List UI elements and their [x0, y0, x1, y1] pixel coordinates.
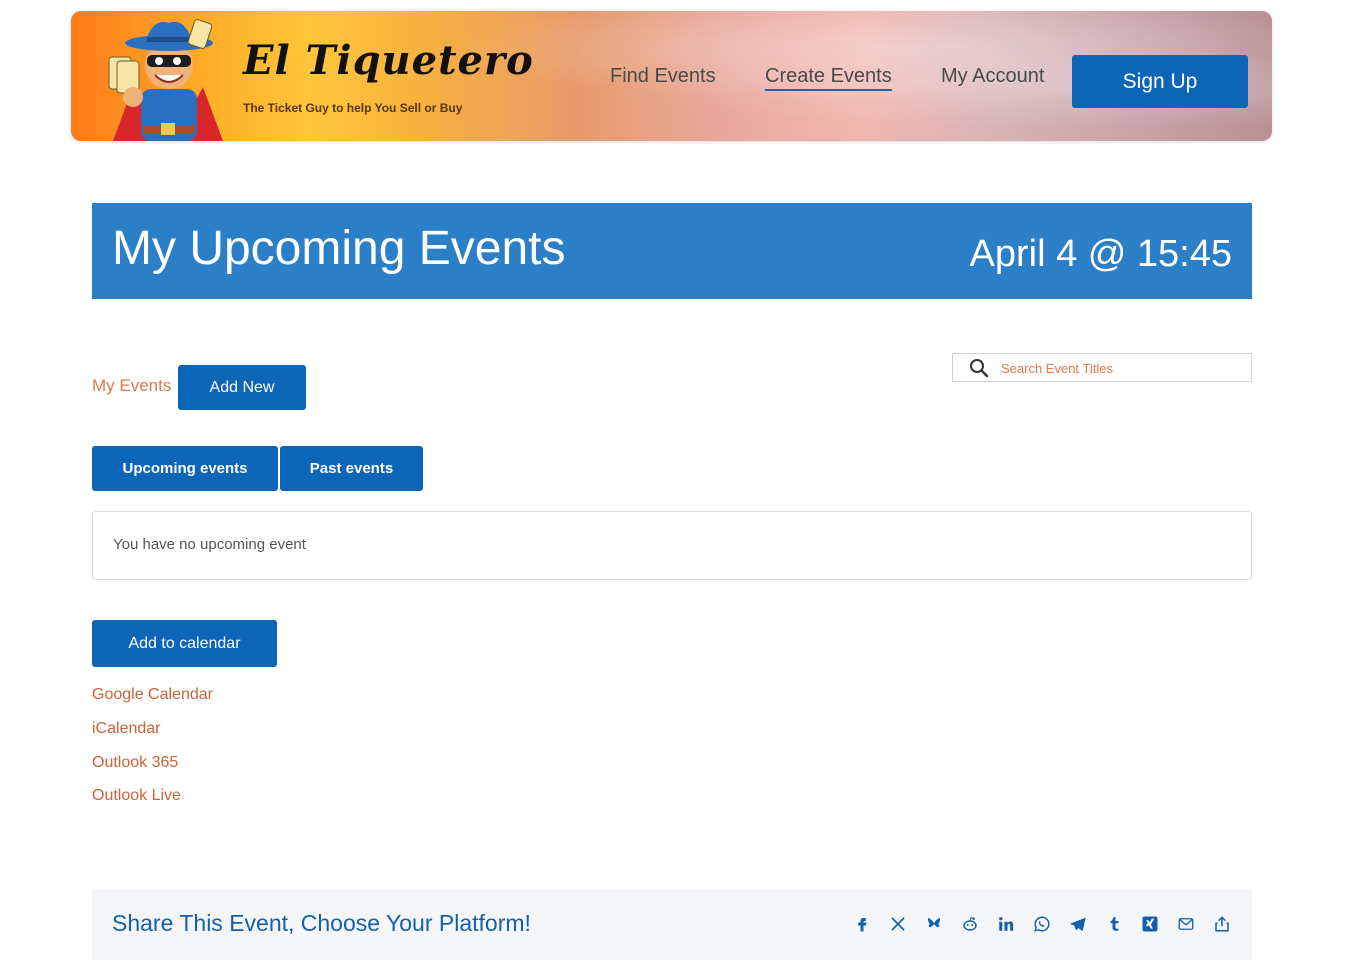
- events-list: You have no upcoming event: [92, 511, 1252, 580]
- page-banner: My Upcoming Events April 4 @ 15:45: [92, 203, 1252, 299]
- nav-create-events[interactable]: Create Events: [765, 65, 892, 91]
- facebook-icon[interactable]: [852, 914, 872, 934]
- add-to-calendar-button[interactable]: Add to calendar: [92, 620, 277, 667]
- tumblr-icon[interactable]: [1104, 914, 1124, 934]
- share-icons: [852, 914, 1232, 934]
- xing-icon[interactable]: [1140, 914, 1160, 934]
- tab-upcoming-events[interactable]: Upcoming events: [92, 446, 278, 491]
- linkedin-icon[interactable]: [996, 914, 1016, 934]
- empty-message: You have no upcoming event: [113, 536, 306, 553]
- search-bar: [952, 353, 1252, 382]
- reddit-icon[interactable]: [960, 914, 980, 934]
- site-header: El Tiquetero The Ticket Guy to help You …: [71, 11, 1272, 141]
- tab-past-events[interactable]: Past events: [280, 446, 423, 491]
- calendar-link-outlook-365[interactable]: Outlook 365: [92, 754, 178, 772]
- calendar-link-google[interactable]: Google Calendar: [92, 686, 213, 704]
- bluesky-icon[interactable]: [924, 914, 944, 934]
- search-input[interactable]: [999, 356, 1243, 380]
- add-new-button[interactable]: Add New: [178, 365, 306, 410]
- email-icon[interactable]: [1176, 914, 1196, 934]
- nav-find-events[interactable]: Find Events: [610, 65, 716, 88]
- search-icon[interactable]: [969, 358, 989, 378]
- share-icon[interactable]: [1212, 914, 1232, 934]
- share-title: Share This Event, Choose Your Platform!: [112, 910, 531, 936]
- share-bar: Share This Event, Choose Your Platform!: [92, 890, 1252, 960]
- banner-date: April 4 @ 15:45: [969, 233, 1233, 275]
- calendar-link-outlook-live[interactable]: Outlook Live: [92, 787, 181, 805]
- telegram-icon[interactable]: [1068, 914, 1088, 934]
- whatsapp-icon[interactable]: [1032, 914, 1052, 934]
- my-events-link[interactable]: My Events: [92, 376, 171, 396]
- x-icon[interactable]: [888, 914, 908, 934]
- calendar-link-icalendar[interactable]: iCalendar: [92, 720, 160, 738]
- sign-up-button[interactable]: Sign Up: [1072, 55, 1248, 108]
- page-title: My Upcoming Events: [112, 222, 566, 275]
- nav-my-account[interactable]: My Account: [941, 65, 1044, 88]
- main-nav: Find Events Create Events My Account Sig…: [71, 11, 1272, 141]
